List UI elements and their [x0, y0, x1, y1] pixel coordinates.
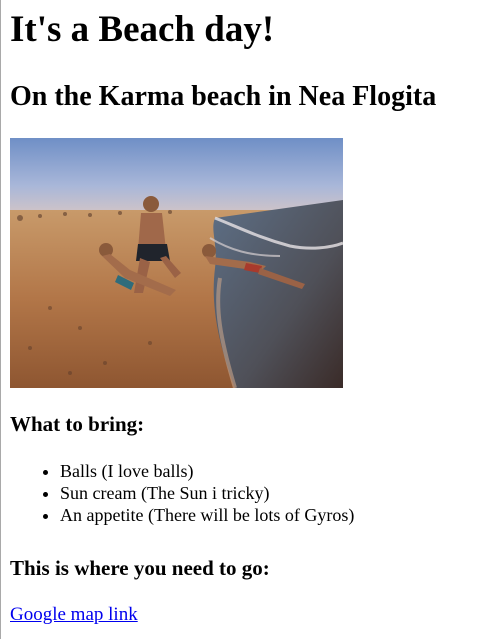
page-title: It's a Beach day!	[10, 9, 275, 50]
list-item: Sun cream (The Sun i tricky)	[60, 482, 354, 504]
list-item: Balls (I love balls)	[60, 460, 354, 482]
window-left-border	[0, 0, 1, 639]
directions-heading: This is where you need to go:	[10, 556, 270, 580]
page-subtitle: On the Karma beach in Nea Flogita	[10, 81, 437, 112]
bring-list: Balls (I love balls) Sun cream (The Sun …	[10, 460, 354, 526]
beach-photo	[10, 138, 343, 388]
list-item: An appetite (There will be lots of Gyros…	[60, 504, 354, 526]
google-map-link[interactable]: Google map link	[10, 603, 138, 627]
bring-heading: What to bring:	[10, 412, 145, 436]
